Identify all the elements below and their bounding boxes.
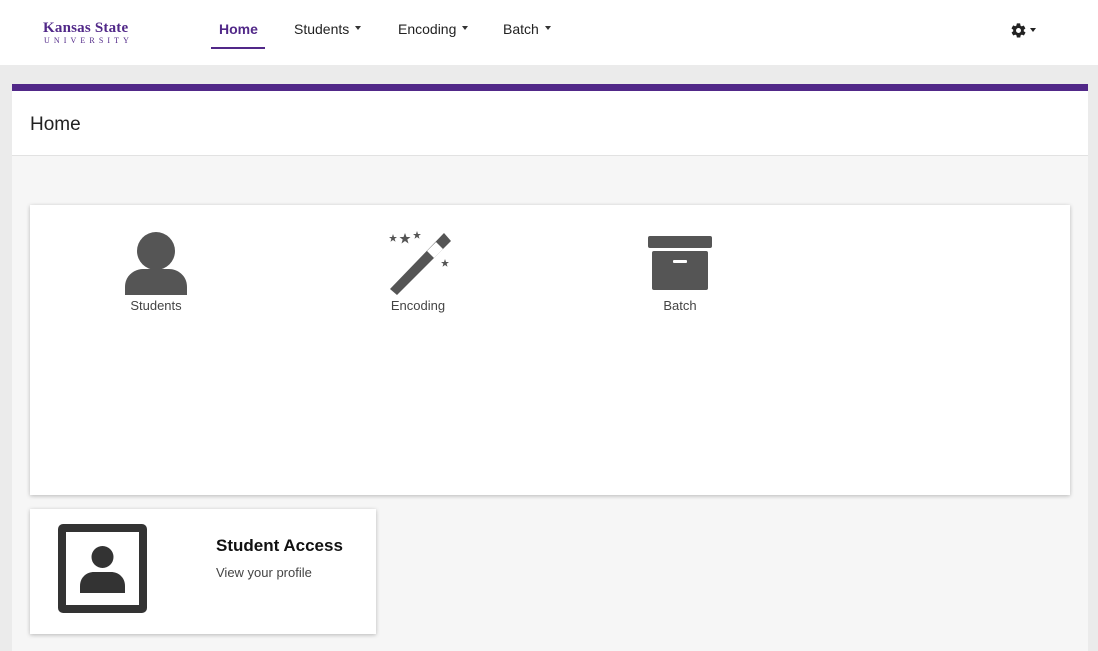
student-access-title: Student Access bbox=[216, 536, 343, 555]
archive-box-icon bbox=[648, 236, 712, 290]
user-icon bbox=[125, 232, 187, 295]
nav-home-label: Home bbox=[219, 21, 258, 37]
nav-batch-label: Batch bbox=[503, 21, 539, 37]
students-tile-label: Students bbox=[130, 298, 182, 313]
profile-portrait-icon bbox=[58, 524, 147, 613]
nav-students-label: Students bbox=[294, 21, 350, 37]
logo-subtitle: UNIVERSITY bbox=[44, 36, 133, 45]
magic-wand-icon bbox=[389, 231, 451, 295]
nav-batch-dropdown[interactable]: Batch bbox=[503, 20, 551, 49]
student-access-card[interactable]: Student Access View your profile bbox=[30, 509, 376, 634]
encoding-tile[interactable]: Encoding bbox=[363, 231, 473, 317]
encoding-tile-label: Encoding bbox=[390, 298, 446, 313]
nav-home[interactable]: Home bbox=[211, 20, 265, 49]
gear-icon bbox=[1011, 23, 1026, 38]
caret-down-icon bbox=[462, 26, 469, 31]
batch-tile-label: Batch bbox=[663, 298, 697, 313]
page-header: Home bbox=[12, 91, 1088, 156]
kansas-state-logo[interactable]: Kansas State UNIVERSITY bbox=[43, 20, 147, 48]
top-navbar: Kansas State UNIVERSITY Home Students En… bbox=[0, 0, 1098, 65]
caret-down-icon bbox=[355, 26, 362, 31]
nav-encoding-label: Encoding bbox=[398, 21, 457, 37]
nav-encoding-dropdown[interactable]: Encoding bbox=[398, 20, 469, 49]
page-title: Home bbox=[30, 114, 81, 135]
caret-down-icon bbox=[544, 26, 551, 31]
logo-wordmark: Kansas State bbox=[43, 20, 129, 36]
quick-links-card: Students Encoding Batch bbox=[30, 205, 1070, 495]
students-tile[interactable]: Students bbox=[101, 231, 211, 317]
nav-students-dropdown[interactable]: Students bbox=[294, 20, 362, 49]
student-access-subtitle: View your profile bbox=[216, 565, 312, 580]
caret-down-icon bbox=[1030, 28, 1036, 32]
batch-tile[interactable]: Batch bbox=[625, 231, 735, 317]
settings-dropdown[interactable] bbox=[1010, 22, 1046, 40]
